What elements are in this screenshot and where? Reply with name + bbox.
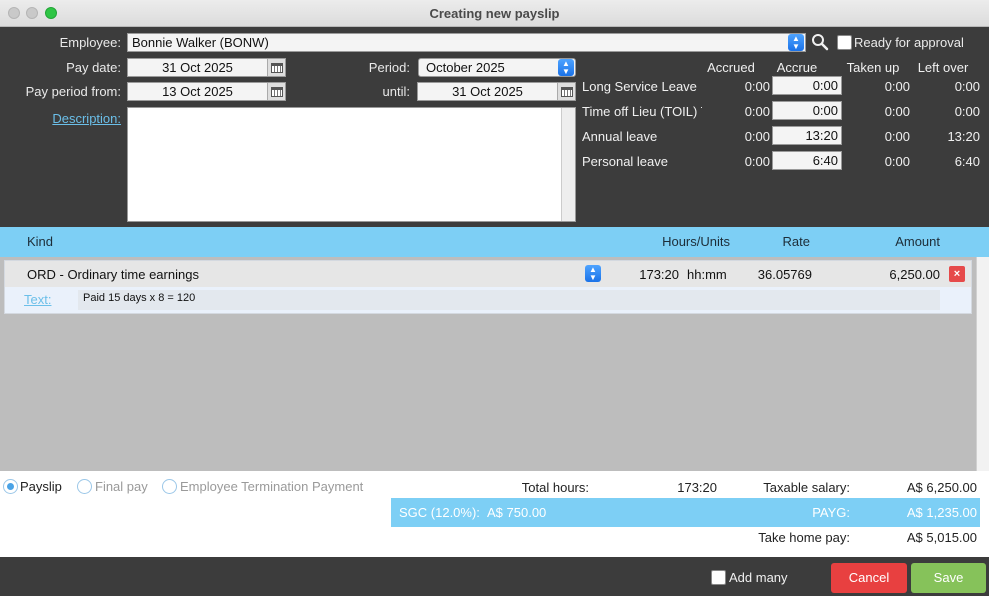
payg-value: A$ 1,235.00 [906,505,977,520]
calendar-icon[interactable] [267,59,285,76]
window-close-button[interactable] [8,7,20,19]
leave-taken: 0:00 [884,129,910,144]
ready-for-approval-label: Ready for approval [854,35,964,50]
leave-taken: 0:00 [884,79,910,94]
leave-accrue-input[interactable]: 13:20 [772,126,842,145]
add-many-label[interactable]: Add many [729,570,788,586]
row-text-link[interactable]: Text: [24,287,51,313]
payslip-radio-label[interactable]: Payslip [20,479,62,495]
row-text-input[interactable]: Paid 15 days x 8 = 120 [78,290,940,310]
leave-accrued: 0:00 [744,79,770,94]
period-value: October 2025 [426,60,505,75]
until-label: until: [382,84,410,99]
window-titlebar: Creating new payslip [0,0,989,27]
description-link[interactable]: Description: [20,110,121,128]
until-field[interactable]: 31 Oct 2025 [417,82,576,101]
total-hours-label: Total hours: [521,480,589,495]
take-home-pay-label: Take home pay: [758,530,850,545]
kind-stepper-icon[interactable]: ▲ ▼ [585,265,601,282]
leave-col-left-over: Left over [917,60,969,75]
description-label[interactable]: Description: [52,111,121,126]
row-unit[interactable]: hh:mm [687,262,727,288]
row-amount[interactable]: 6,250.00 [840,262,940,288]
leave-accrue-input[interactable]: 0:00 [772,76,842,95]
take-home-pay-value: A$ 5,015.00 [906,530,977,545]
leave-name: Annual leave [582,129,658,144]
pay-date-value: 31 Oct 2025 [162,60,233,75]
pay-period-from-field[interactable]: 13 Oct 2025 [127,82,286,101]
etp-radio-label[interactable]: Employee Termination Payment [180,479,363,495]
employee-label: Employee: [59,35,121,50]
leave-accrued: 0:00 [744,104,770,119]
description-scrollbar[interactable] [561,108,575,221]
taxable-salary-value: A$ 6,250.00 [906,480,977,495]
col-rate: Rate [782,234,810,249]
leave-taken: 0:00 [884,104,910,119]
leave-left: 6:40 [954,154,980,169]
leave-col-accrued: Accrued [707,60,755,75]
leave-name: Long Service Leave [582,79,697,94]
calendar-icon[interactable] [557,83,575,100]
period-label: Period: [368,60,410,75]
window-maximize-button[interactable] [45,7,57,19]
cancel-button[interactable]: Cancel [831,563,907,593]
window-minimize-button[interactable] [26,7,38,19]
row-kind[interactable]: ORD - Ordinary time earnings [27,262,199,288]
sgc-label: SGC (12.0%): [399,505,480,520]
ready-for-approval-checkbox[interactable] [837,35,852,50]
leave-col-accrue: Accrue [776,60,818,75]
until-value: 31 Oct 2025 [452,84,523,99]
pay-period-from-label: Pay period from: [25,84,121,99]
etp-radio[interactable] [162,479,177,494]
payslip-radio[interactable] [3,479,18,494]
leave-left: 13:20 [947,129,980,144]
period-stepper-icon[interactable]: ▲ ▼ [558,59,574,76]
total-hours-value: 173:20 [677,480,717,495]
leave-left: 0:00 [954,104,980,119]
pay-date-field[interactable]: 31 Oct 2025 [127,58,286,77]
pay-date-label: Pay date: [66,60,121,75]
employee-select[interactable]: Bonnie Walker (BONW) ▲ ▼ [127,33,806,52]
employee-stepper-icon[interactable]: ▲ ▼ [788,34,804,51]
period-select[interactable]: October 2025 ▲ ▼ [418,58,576,77]
description-textarea[interactable] [127,107,576,222]
employee-value: Bonnie Walker (BONW) [132,35,269,50]
leave-accrued: 0:00 [744,129,770,144]
col-kind: Kind [27,234,54,249]
leave-name: Personal leave [582,154,668,169]
final-pay-radio-label[interactable]: Final pay [95,479,148,495]
leave-accrued: 0:00 [744,154,770,169]
pay-period-from-value: 13 Oct 2025 [162,84,233,99]
add-many-checkbox[interactable] [711,570,726,585]
search-icon[interactable] [811,33,829,51]
row-text-label[interactable]: Text: [24,292,51,307]
delete-row-button[interactable]: × [949,266,965,282]
taxable-salary-label: Taxable salary: [763,480,850,495]
col-amount: Amount [895,234,940,249]
window-title: Creating new payslip [429,6,560,21]
payg-label: PAYG: [812,505,850,520]
col-hours-units: Hours/Units [662,234,730,249]
final-pay-radio[interactable] [77,479,92,494]
leave-taken: 0:00 [884,154,910,169]
leave-accrue-input[interactable]: 6:40 [772,151,842,170]
leave-name: Time off Lieu (TOIL) T [582,104,702,119]
leave-col-taken-up: Taken up [846,60,900,75]
row-hours[interactable]: 173:20 [610,262,679,288]
save-button[interactable]: Save [911,563,986,593]
leave-accrue-input[interactable]: 0:00 [772,101,842,120]
row-rate[interactable]: 36.05769 [740,262,812,288]
sgc-value: A$ 750.00 [487,505,547,520]
calendar-icon[interactable] [267,83,285,100]
pay-items-scrollbar[interactable] [976,257,989,471]
leave-left: 0:00 [954,79,980,94]
pay-items-header [0,227,989,257]
